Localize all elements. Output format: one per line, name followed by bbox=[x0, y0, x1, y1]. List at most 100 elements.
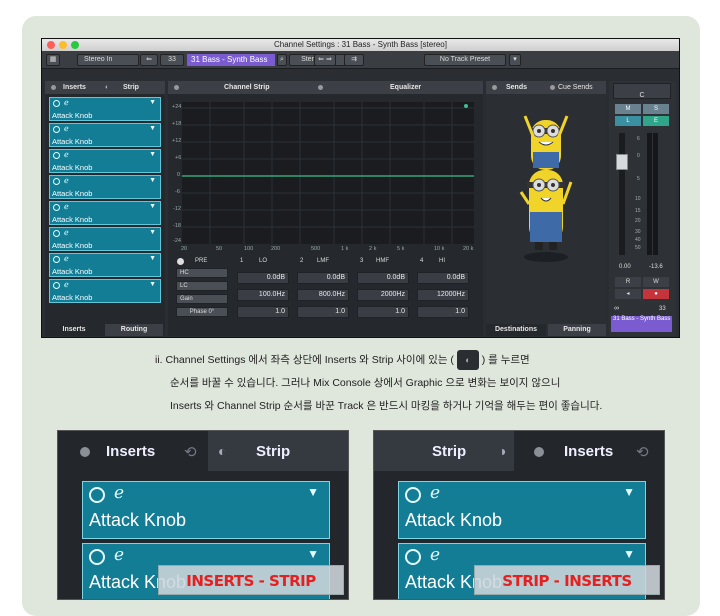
tab-left-label[interactable]: Inserts bbox=[106, 443, 155, 460]
chevron-down-icon[interactable]: ▼ bbox=[149, 125, 156, 132]
eq-graph[interactable] bbox=[182, 102, 474, 244]
edit-icon[interactable]: ℯ bbox=[430, 545, 440, 565]
power-icon[interactable] bbox=[405, 487, 421, 503]
search-icon[interactable]: ⌕ bbox=[277, 54, 287, 66]
chevron-down-icon[interactable]: ▼ bbox=[149, 281, 156, 288]
chevron-down-icon[interactable]: ▼ bbox=[149, 99, 156, 106]
listen-button[interactable]: L bbox=[615, 116, 641, 126]
edit-icon[interactable]: ℯ bbox=[64, 150, 69, 159]
band-1-gain[interactable]: 0.0dB bbox=[237, 272, 289, 284]
chevron-down-icon[interactable]: ▼ bbox=[149, 151, 156, 158]
insert-slot-3[interactable]: ℯ ▼ Attack Knob bbox=[49, 149, 161, 173]
tab-strip[interactable]: Strip bbox=[123, 81, 139, 94]
gain-button[interactable]: Gain bbox=[176, 294, 228, 304]
write-button[interactable]: W bbox=[643, 277, 669, 287]
fader-track[interactable] bbox=[619, 133, 625, 255]
edit-icon[interactable]: ℯ bbox=[114, 483, 124, 503]
routing-arrow-icon[interactable]: ⇐ bbox=[140, 54, 158, 66]
fader-value[interactable]: 0.00 bbox=[619, 264, 631, 270]
hc-button[interactable]: HC bbox=[176, 268, 228, 278]
tab-left-label[interactable]: Strip bbox=[432, 443, 466, 460]
chevron-down-icon[interactable]: ▼ bbox=[149, 229, 156, 236]
insert-slot-2[interactable]: ℯ ▼ Attack Knob bbox=[49, 123, 161, 147]
chevron-down-icon[interactable]: ▼ bbox=[623, 485, 635, 499]
tab-sends[interactable]: Sends bbox=[506, 81, 527, 94]
power-icon[interactable] bbox=[53, 100, 60, 107]
power-icon[interactable] bbox=[53, 282, 60, 289]
edit-icon[interactable]: ℯ bbox=[64, 280, 69, 289]
band-4-q[interactable]: 1.0 bbox=[417, 306, 469, 318]
track-name[interactable]: 31 Bass - Synth Bass bbox=[187, 54, 275, 66]
preset-dropdown-icon[interactable]: ▾ bbox=[509, 54, 521, 66]
bypass-icon[interactable]: ⟲ bbox=[636, 443, 649, 461]
mute-button[interactable]: M bbox=[615, 104, 641, 114]
tab-panning[interactable]: Panning bbox=[548, 324, 606, 336]
chevron-down-icon[interactable]: ▼ bbox=[149, 255, 156, 262]
edit-icon[interactable]: ℯ bbox=[64, 176, 69, 185]
minimize-dot[interactable] bbox=[59, 41, 67, 49]
swap-order-icon[interactable]: ◐ bbox=[105, 81, 109, 94]
power-icon[interactable] bbox=[405, 549, 421, 565]
chevron-down-icon[interactable]: ▼ bbox=[307, 485, 319, 499]
power-icon[interactable] bbox=[53, 178, 60, 185]
nav-next-button[interactable]: ⇉ bbox=[344, 54, 364, 66]
tab-channel-strip[interactable]: Channel Strip bbox=[224, 81, 270, 94]
chevron-down-icon[interactable]: ▼ bbox=[623, 547, 635, 561]
band-2-q[interactable]: 1.0 bbox=[297, 306, 349, 318]
band-2-gain[interactable]: 0.0dB bbox=[297, 272, 349, 284]
band-1-q[interactable]: 1.0 bbox=[237, 306, 289, 318]
insert-slot-5[interactable]: ℯ ▼ Attack Knob bbox=[49, 201, 161, 225]
band-4-freq[interactable]: 12000Hz bbox=[417, 289, 469, 301]
fader-handle[interactable] bbox=[616, 154, 628, 170]
bypass-icon[interactable]: ⟲ bbox=[184, 443, 197, 461]
tab-inserts[interactable]: Inserts bbox=[63, 81, 86, 94]
swap-order-icon[interactable]: ◑ bbox=[498, 443, 506, 459]
tab-cue-sends[interactable]: Cue Sends bbox=[558, 81, 593, 94]
tab-right-label[interactable]: Inserts bbox=[564, 443, 613, 460]
power-icon[interactable] bbox=[53, 256, 60, 263]
edit-icon[interactable]: ℯ bbox=[64, 254, 69, 263]
inset-1-slot-1[interactable]: ℯ ▼ Attack Knob bbox=[82, 481, 330, 539]
chevron-down-icon[interactable]: ▼ bbox=[149, 203, 156, 210]
power-icon[interactable] bbox=[53, 204, 60, 211]
stereo-in-button[interactable]: Stereo In bbox=[77, 54, 139, 66]
power-icon[interactable] bbox=[53, 126, 60, 133]
insert-slot-1[interactable]: ℯ ▼ Attack Knob bbox=[49, 97, 161, 121]
layout-icon[interactable]: ▦ bbox=[46, 54, 60, 66]
edit-icon[interactable]: ℯ bbox=[64, 124, 69, 133]
swap-order-icon[interactable]: ◐ bbox=[218, 443, 226, 459]
insert-slot-8[interactable]: ℯ ▼ Attack Knob bbox=[49, 279, 161, 303]
power-icon[interactable] bbox=[53, 152, 60, 159]
tab-right-label[interactable]: Strip bbox=[256, 443, 290, 460]
solo-button[interactable]: S bbox=[643, 104, 669, 114]
pan-display[interactable]: C bbox=[613, 83, 671, 99]
nav-prev-button[interactable]: ⇐ ⇒ bbox=[314, 54, 336, 66]
lc-button[interactable]: LC bbox=[176, 281, 228, 291]
record-icon[interactable]: ● bbox=[643, 289, 669, 299]
edit-icon[interactable]: ℯ bbox=[64, 202, 69, 211]
insert-slot-6[interactable]: ℯ ▼ Attack Knob bbox=[49, 227, 161, 251]
chevron-down-icon[interactable]: ▼ bbox=[149, 177, 156, 184]
band-3-q[interactable]: 1.0 bbox=[357, 306, 409, 318]
insert-slot-7[interactable]: ℯ ▼ Attack Knob bbox=[49, 253, 161, 277]
track-preset-field[interactable]: No Track Preset bbox=[424, 54, 506, 66]
band-4-gain[interactable]: 0.0dB bbox=[417, 272, 469, 284]
phase-button[interactable]: Phase 0° bbox=[176, 307, 228, 317]
maximize-dot[interactable] bbox=[71, 41, 79, 49]
chevron-down-icon[interactable]: ▼ bbox=[307, 547, 319, 561]
insert-slot-4[interactable]: ℯ ▼ Attack Knob bbox=[49, 175, 161, 199]
band-3-gain[interactable]: 0.0dB bbox=[357, 272, 409, 284]
band-2-freq[interactable]: 800.0Hz bbox=[297, 289, 349, 301]
eq-power-icon[interactable] bbox=[177, 258, 184, 265]
power-icon[interactable] bbox=[89, 549, 105, 565]
tab-destinations[interactable]: Destinations bbox=[486, 324, 546, 336]
band-3-freq[interactable]: 2000Hz bbox=[357, 289, 409, 301]
inset-2-slot-1[interactable]: ℯ ▼ Attack Knob bbox=[398, 481, 646, 539]
power-icon[interactable] bbox=[53, 230, 60, 237]
edit-button[interactable]: E bbox=[643, 116, 669, 126]
close-dot[interactable] bbox=[47, 41, 55, 49]
edit-icon[interactable]: ℯ bbox=[114, 545, 124, 565]
tab-equalizer[interactable]: Equalizer bbox=[390, 81, 421, 94]
read-button[interactable]: R bbox=[615, 277, 641, 287]
edit-icon[interactable]: ℯ bbox=[64, 98, 69, 107]
